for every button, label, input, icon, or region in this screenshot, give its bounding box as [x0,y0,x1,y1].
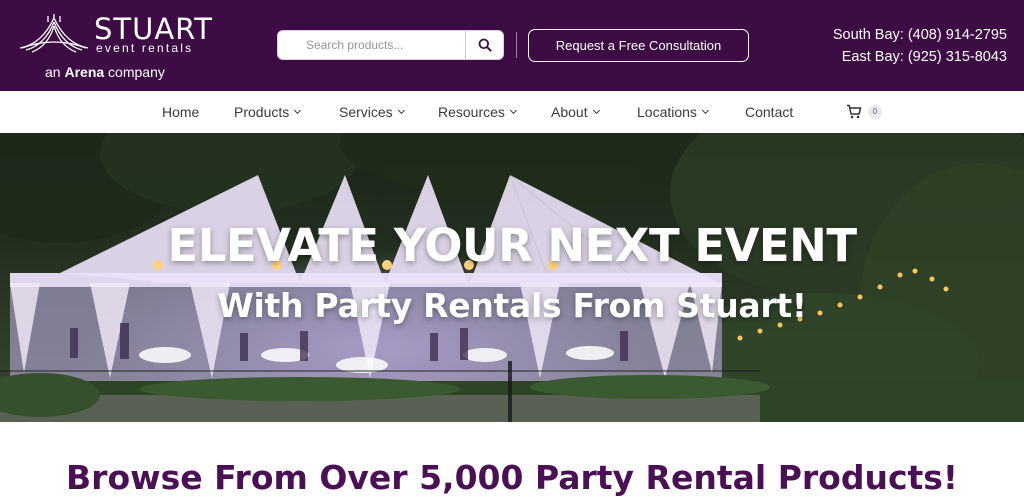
parent-prefix: an [45,64,61,80]
hero-subtitle: With Party Rentals From Stuart! [217,286,807,325]
phone-numbers: South Bay: (408) 914-2795 East Bay: (925… [833,24,1007,68]
hero-event-image [0,133,1024,422]
chevron-down-icon [294,106,302,115]
nav-item-label: Contact [745,104,794,120]
nav-item-contact[interactable]: Contact [745,104,793,120]
chevron-down-icon [592,106,600,115]
search-bar [277,30,504,60]
chevron-down-icon [397,106,405,115]
chevron-down-icon [509,106,517,115]
browse-heading: Browse From Over 5,000 Party Rental Prod… [66,458,958,497]
nav-item-resources[interactable]: Resources [438,104,517,120]
nav-item-locations[interactable]: Locations [637,104,709,120]
brand-tagline: event rentals [96,41,194,55]
nav-item-services[interactable]: Services [339,104,405,120]
search-button[interactable] [465,31,503,59]
header-bar: STUART event rentals an Arena company Re… [0,0,1024,91]
nav-item-products[interactable]: Products [234,104,302,120]
nav-item-label: Home [162,104,200,120]
header-divider [516,32,517,58]
nav-item-label: Services [339,104,393,120]
chevron-down-icon [701,106,709,115]
cart-icon [847,104,862,119]
tent-logo-icon [19,14,89,53]
nav-item-about[interactable]: About [551,104,600,120]
search-input[interactable] [278,31,465,59]
cart-button[interactable]: 0 [846,104,882,119]
nav-item-label: About [551,104,588,120]
phone-east-bay[interactable]: East Bay: (925) 315-8043 [833,46,1007,68]
cart-count-badge: 0 [868,104,882,119]
parent-suffix: company [108,64,165,80]
nav-item-label: Resources [438,104,505,120]
hero-banner: ELEVATE YOUR NEXT EVENT With Party Renta… [0,133,1024,422]
parent-company: an Arena company [45,64,165,80]
parent-name: Arena [64,64,105,80]
site-logo[interactable]: STUART event rentals an Arena company [18,12,218,82]
nav-item-label: Locations [637,104,697,120]
phone-south-bay[interactable]: South Bay: (408) 914-2795 [833,24,1007,46]
search-icon [478,38,492,52]
nav-item-home[interactable]: Home [162,104,199,120]
hero-title: ELEVATE YOUR NEXT EVENT [167,219,857,272]
nav-item-label: Products [234,104,290,120]
consultation-button[interactable]: Request a Free Consultation [528,29,749,62]
